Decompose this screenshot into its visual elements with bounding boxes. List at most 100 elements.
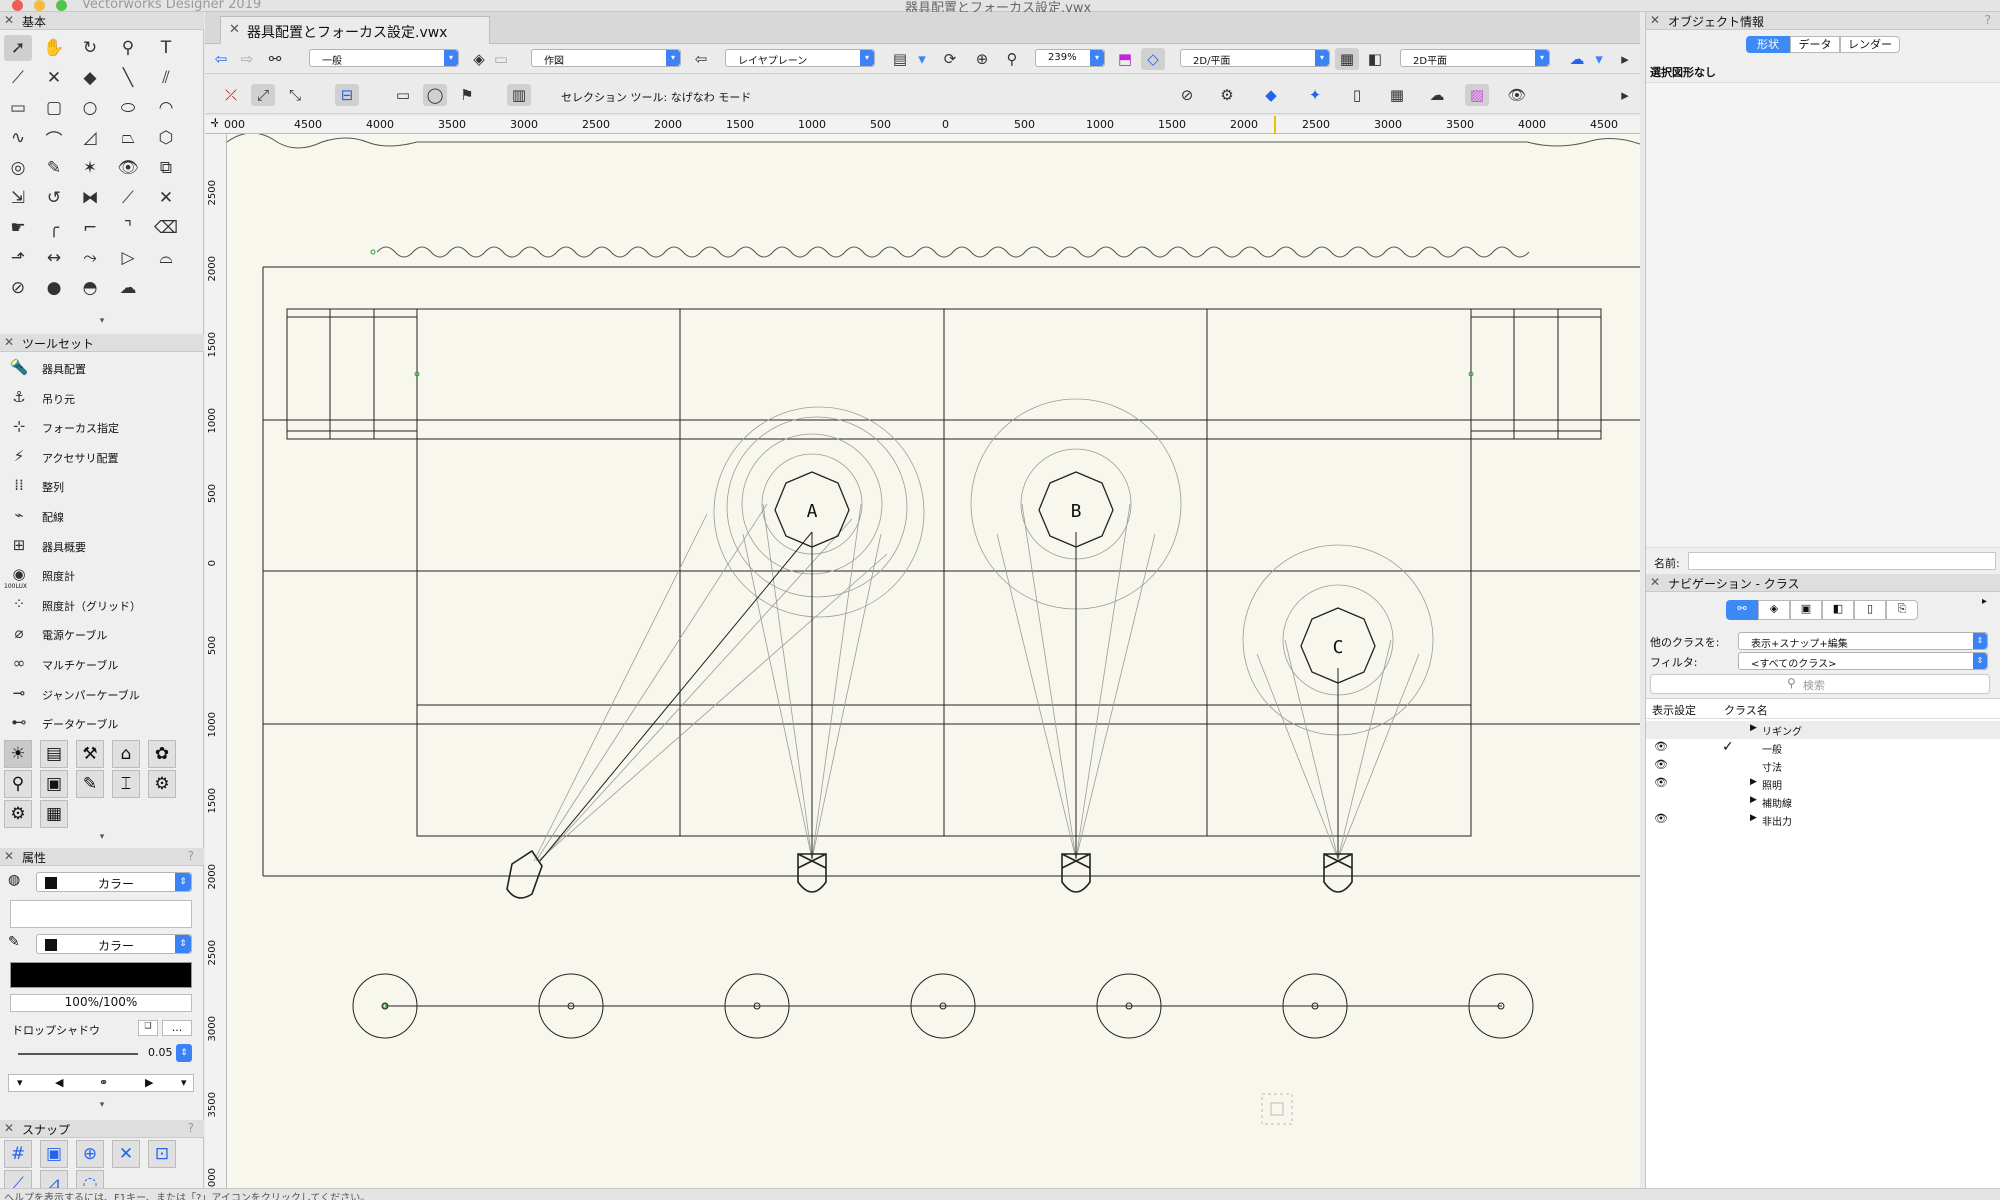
trim-tool-icon[interactable]: ✕	[152, 185, 180, 211]
document-icon[interactable]: ▯	[1345, 84, 1369, 106]
rectangle-tool-icon[interactable]: ▭	[4, 95, 32, 121]
eye-icon[interactable]: 👁	[1654, 740, 1668, 753]
cloud-tool-icon[interactable]: ☁	[114, 275, 142, 301]
eyedropper-tool-icon[interactable]: ✎	[40, 155, 68, 181]
disclosure-triangle-icon[interactable]: ▶	[1750, 723, 1757, 733]
close-tab-icon[interactable]: ✕	[229, 22, 240, 37]
lighting-dropdown-icon[interactable]: ▾	[1587, 48, 1611, 70]
link-icon[interactable]: ⚭	[99, 1076, 108, 1089]
spiral-tool-icon[interactable]: ◎	[4, 155, 32, 181]
end-arrow-icon[interactable]: ▶	[145, 1076, 153, 1089]
filter-select[interactable]: <すべてのクラス> ⇕	[1738, 652, 1988, 670]
dimension-tool-icon[interactable]: ⟋	[4, 65, 32, 91]
visibility-tool-icon[interactable]: 👁	[114, 155, 142, 181]
callout-tool-icon[interactable]: ⤳	[76, 245, 104, 271]
line-tool-icon[interactable]: ╲	[114, 65, 142, 91]
layout-icon[interactable]: ◧	[1363, 48, 1387, 70]
horizontal-ruler[interactable]: 000 4500 4000 3500 3000 2500 2000 1500 1000 500 0 5…	[218, 116, 1640, 134]
light-tool-icon[interactable]: ✦	[1303, 84, 1327, 106]
pan-tool-icon[interactable]: ✋	[40, 35, 68, 61]
gear-icon[interactable]: ⚙	[1215, 84, 1239, 106]
active-class-select[interactable]: 一般 ▾	[309, 49, 459, 67]
zoom-window-button[interactable]	[56, 0, 67, 11]
pen-preview[interactable]	[10, 962, 192, 988]
eye-icon[interactable]: 👁	[1654, 776, 1668, 789]
snap-intersection-icon[interactable]: ✕	[112, 1140, 140, 1168]
visibility-tool-icon[interactable]: 👁	[1505, 84, 1529, 106]
close-window-button[interactable]	[12, 0, 23, 11]
no-snap-mode-icon[interactable]: ⤫	[219, 84, 243, 106]
eye-icon[interactable]: 👁	[1654, 812, 1668, 825]
fixture-2[interactable]	[797, 853, 827, 893]
classname-column[interactable]: クラス名	[1724, 702, 1768, 718]
toolset-item[interactable]: ∞ マルチケーブル	[0, 650, 200, 679]
bezier-tool-icon[interactable]: ⌓	[152, 245, 180, 271]
class-row[interactable]: 👁 ▶ 照明	[1646, 775, 2000, 793]
help-icon[interactable]: ?	[188, 849, 194, 863]
marker-tool-icon[interactable]: ●	[40, 275, 68, 301]
toolset-item[interactable]: ⌁ 配線	[0, 502, 200, 531]
snap-distance-icon[interactable]: ⊡	[148, 1140, 176, 1168]
toolset-item[interactable]: 🔦 器具配置	[0, 354, 200, 383]
magnifier-icon[interactable]: ⚲	[1000, 48, 1024, 70]
disclosure-triangle-icon[interactable]: ▶	[1750, 813, 1757, 823]
tab-document[interactable]: ✕ 器具配置とフォーカス設定.vwx	[220, 16, 490, 44]
toolset-item[interactable]: ⊹ フォーカス指定	[0, 413, 200, 442]
render-select[interactable]: 2D平面 ▾	[1400, 49, 1550, 67]
disclosure-triangle-icon[interactable]: ▶	[1750, 795, 1757, 805]
class-search-field[interactable]: ⚲ 検索	[1650, 674, 1990, 694]
overflow-arrow-icon[interactable]: ▸	[1613, 84, 1637, 106]
page-dropdown-icon[interactable]: ▾	[910, 48, 934, 70]
sheets-tab-icon[interactable]: ▣	[1790, 600, 1822, 620]
rigging-category-icon[interactable]: ⚒	[76, 740, 104, 768]
chamfer-tool-icon[interactable]: ⌐	[76, 215, 104, 241]
fixture-3[interactable]	[1061, 853, 1091, 893]
tape-tool-icon[interactable]: ⊘	[4, 275, 32, 301]
fixture-1[interactable]	[506, 849, 543, 899]
rectangle-mode-icon[interactable]: ▭	[391, 84, 415, 106]
tab-render[interactable]: レンダー	[1840, 36, 1900, 53]
symbols-tab-icon[interactable]: ⎘	[1886, 600, 1918, 620]
eraser-tool-icon[interactable]: ⌫	[152, 215, 180, 241]
close-icon[interactable]: ✕	[4, 1121, 14, 1135]
mirror-tool-icon[interactable]: ⧓	[76, 185, 104, 211]
visibility-column[interactable]: 表示設定	[1652, 702, 1696, 718]
tab-data[interactable]: データ	[1790, 36, 1840, 53]
line-weight-slider[interactable]	[18, 1053, 138, 1055]
close-icon[interactable]: ✕	[1650, 13, 1660, 27]
image-tool-icon[interactable]: ▨	[1465, 84, 1489, 106]
single-mode-icon[interactable]: ⤢	[251, 84, 275, 106]
magic-wand-tool-icon[interactable]: ✶	[76, 155, 104, 181]
forward-arrow-icon[interactable]: ⇨	[235, 48, 259, 70]
layers-tab-icon[interactable]: ◈	[1758, 600, 1790, 620]
close-icon[interactable]: ✕	[4, 13, 14, 27]
fillet-tool-icon[interactable]: ╭	[40, 215, 68, 241]
text-tool-icon[interactable]: T	[152, 35, 180, 61]
eye-icon[interactable]: 👁	[1654, 758, 1668, 771]
disclosure-triangle-icon[interactable]: ▶	[1750, 777, 1757, 787]
tool-options-icon[interactable]: ▥	[507, 84, 531, 106]
close-icon[interactable]: ✕	[4, 849, 14, 863]
zoom-select[interactable]: 239% ▾	[1035, 49, 1105, 67]
start-arrow-icon[interactable]: ◀	[55, 1076, 63, 1089]
snap-object-icon[interactable]: ▣	[40, 1140, 68, 1168]
class-hierarchy-icon[interactable]: ⚯	[263, 48, 287, 70]
toolset-item[interactable]: ⌀ 電源ケーブル	[0, 620, 200, 649]
settings-category-icon[interactable]: ⚙	[4, 800, 32, 828]
box-category-icon[interactable]: ▣	[40, 770, 68, 798]
zoom-tool-icon[interactable]: ⊕	[970, 48, 994, 70]
flip-view-icon[interactable]: ⬒	[1113, 48, 1137, 70]
fill-style-select[interactable]: カラー ⇕	[36, 872, 192, 892]
view-select[interactable]: 2D/平面 ▾	[1180, 49, 1330, 67]
lighting-icon[interactable]: ☁	[1565, 48, 1589, 70]
polygon-tool-icon[interactable]: ◿	[76, 125, 104, 151]
pencil-category-icon[interactable]: ✎	[76, 770, 104, 798]
plane-view-icon[interactable]: ◇	[1141, 48, 1165, 70]
toolset-item[interactable]: ⁞⁞ 整列	[0, 472, 200, 501]
shape-tool-icon[interactable]: ◆	[1259, 84, 1283, 106]
delete-tool-icon[interactable]: ✕	[40, 65, 68, 91]
oval-tool-icon[interactable]: ⬭	[114, 95, 142, 121]
offset-tool-icon[interactable]: ⇲	[4, 185, 32, 211]
overflow-arrow-icon[interactable]: ▸	[1982, 596, 1987, 607]
measure-tool-icon[interactable]: ↔	[40, 245, 68, 271]
